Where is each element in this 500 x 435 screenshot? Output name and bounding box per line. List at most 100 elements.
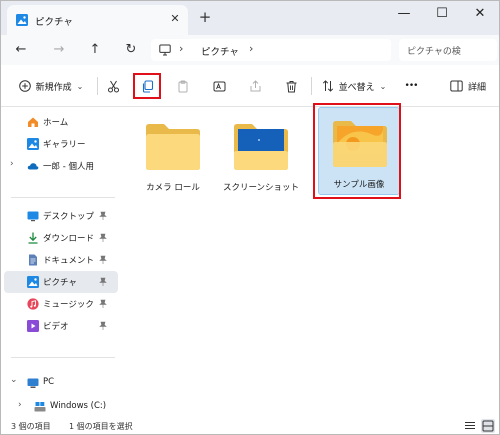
pin-icon xyxy=(99,211,107,220)
tab-close-icon[interactable]: ✕ xyxy=(167,11,183,27)
item-count: 3 個の項目 xyxy=(11,422,51,431)
tab-pictures[interactable]: ピクチャ ✕ xyxy=(7,5,188,35)
folder-icon xyxy=(146,124,200,170)
sidebar-item-label: ギャラリー xyxy=(43,140,86,150)
breadcrumb-pictures[interactable]: ピクチャ xyxy=(201,44,239,58)
share-button[interactable] xyxy=(245,75,265,97)
pictures-icon xyxy=(27,276,39,288)
sidebar-item-label: PC xyxy=(43,377,55,387)
back-button[interactable]: ← xyxy=(11,40,31,60)
monitor-icon xyxy=(159,44,171,56)
close-button[interactable]: ✕ xyxy=(461,1,499,29)
minimize-button[interactable]: — xyxy=(385,1,423,29)
sidebar-item-label: 一郎 - 個人用 xyxy=(43,162,94,172)
sidebar-item-label: ピクチャ xyxy=(43,278,77,288)
status-bar: 3 個の項目 1 個の項目を選択 xyxy=(1,417,499,434)
search-input[interactable]: ピクチャの検 xyxy=(399,39,497,61)
folder-screenshot-icon xyxy=(234,124,288,170)
pin-icon xyxy=(99,233,107,242)
sidebar-item-desktop[interactable]: デスクトップ xyxy=(4,205,118,227)
sidebar-item-label: ドキュメント xyxy=(43,256,95,266)
folder-screenshots[interactable]: スクリーンショット xyxy=(220,111,302,197)
chevron-right-icon[interactable]: › xyxy=(10,159,14,169)
drive-icon xyxy=(34,402,46,412)
list-view-icon[interactable] xyxy=(463,419,477,433)
sidebar-item-gallery[interactable]: ギャラリー xyxy=(4,133,118,155)
delete-button[interactable] xyxy=(281,75,301,97)
pictures-icon xyxy=(16,14,28,26)
selection-count: 1 個の項目を選択 xyxy=(69,422,133,431)
file-list: カメラ ロール スクリーンショット サンプル画像 xyxy=(122,103,499,417)
new-tab-button[interactable]: + xyxy=(197,9,213,25)
sidebar-item-music[interactable]: ミュージック xyxy=(4,293,118,315)
sidebar-item-pictures[interactable]: ピクチャ xyxy=(4,271,118,293)
paste-button[interactable] xyxy=(173,75,193,97)
navigation-pane: ホーム ギャラリー › 一郎 - 個人用 デスクトップ ダウンロード ドキュメン… xyxy=(1,107,121,417)
pin-icon xyxy=(99,321,107,330)
sidebar-item-downloads[interactable]: ダウンロード xyxy=(4,227,118,249)
chevron-down-icon: ⌄ xyxy=(76,81,84,91)
cut-button[interactable] xyxy=(103,75,123,97)
sidebar-item-videos[interactable]: ビデオ xyxy=(4,315,118,337)
sidebar-item-label: デスクトップ xyxy=(43,212,95,222)
folder-camera-roll[interactable]: カメラ ロール xyxy=(132,111,214,197)
document-icon xyxy=(29,254,37,266)
chevron-down-icon: ⌄ xyxy=(379,81,387,91)
sidebar-item-windows-drive[interactable]: › Windows (C:) xyxy=(4,396,118,418)
address-field[interactable]: › ピクチャ › xyxy=(151,39,391,61)
home-icon xyxy=(28,117,38,127)
tiles-view-icon[interactable] xyxy=(481,419,495,433)
plus-circle-icon xyxy=(18,80,31,92)
sidebar-item-label: ビデオ xyxy=(43,322,69,332)
more-icon: ••• xyxy=(404,81,419,91)
sidebar-item-onedrive[interactable]: › 一郎 - 個人用 xyxy=(4,155,118,177)
new-label: 新規作成 xyxy=(35,82,72,93)
music-icon xyxy=(27,298,39,310)
title-bar: ピクチャ ✕ + — ☐ ✕ xyxy=(1,1,499,35)
forward-button[interactable]: → xyxy=(49,40,69,60)
tab-title: ピクチャ xyxy=(35,17,73,28)
file-explorer-window: ピクチャ ✕ + — ☐ ✕ ← → ↑ ↻ › ピクチャ › ピクチャの検 新… xyxy=(0,0,500,435)
folder-name: スクリーンショット xyxy=(222,183,300,193)
refresh-button[interactable]: ↻ xyxy=(121,40,141,60)
folder-name: カメラ ロール xyxy=(146,183,200,193)
sidebar-item-label: Windows (C:) xyxy=(50,401,107,411)
sidebar-divider xyxy=(11,197,115,198)
pin-icon xyxy=(99,299,107,308)
sort-button[interactable]: 並べ替え ⌄ xyxy=(319,75,389,97)
toolbar-divider xyxy=(97,77,98,95)
breadcrumb-separator: › xyxy=(179,42,184,55)
command-bar: 新規作成 ⌄ 並べ替え ⌄ ••• 詳細 xyxy=(1,65,499,107)
copy-highlight-box xyxy=(133,73,161,99)
details-pane-icon xyxy=(450,80,463,92)
sidebar-item-label: ミュージック xyxy=(43,300,94,310)
pc-icon xyxy=(27,378,39,388)
details-button[interactable]: 詳細 xyxy=(445,75,491,97)
sort-icon xyxy=(322,80,333,92)
maximize-button[interactable]: ☐ xyxy=(423,1,461,29)
sidebar-item-label: ダウンロード xyxy=(43,234,95,244)
rename-button[interactable] xyxy=(209,75,229,97)
chevron-right-icon[interactable]: › xyxy=(18,400,22,410)
paste-icon xyxy=(178,80,187,92)
more-options-button[interactable]: ••• xyxy=(399,75,423,97)
chevron-down-icon[interactable]: ⌄ xyxy=(10,375,18,385)
download-icon xyxy=(28,232,38,244)
new-button[interactable]: 新規作成 ⌄ xyxy=(11,75,91,97)
rename-icon xyxy=(213,81,225,91)
video-icon xyxy=(27,320,39,332)
sidebar-item-home[interactable]: ホーム xyxy=(4,111,118,133)
up-button[interactable]: ↑ xyxy=(85,40,105,60)
toolbar-divider xyxy=(311,77,312,95)
desktop-icon xyxy=(27,211,39,222)
sidebar-item-pc[interactable]: ⌄ PC xyxy=(4,372,118,394)
trash-icon xyxy=(286,80,296,92)
breadcrumb-separator-end[interactable]: › xyxy=(249,42,253,55)
scissors-icon xyxy=(107,80,119,92)
sidebar-divider xyxy=(11,357,115,358)
sample-folder-highlight-box xyxy=(313,103,401,199)
sidebar-item-documents[interactable]: ドキュメント xyxy=(4,249,118,271)
pin-icon xyxy=(99,277,107,286)
details-label: 詳細 xyxy=(467,82,486,93)
gallery-icon xyxy=(27,138,39,150)
